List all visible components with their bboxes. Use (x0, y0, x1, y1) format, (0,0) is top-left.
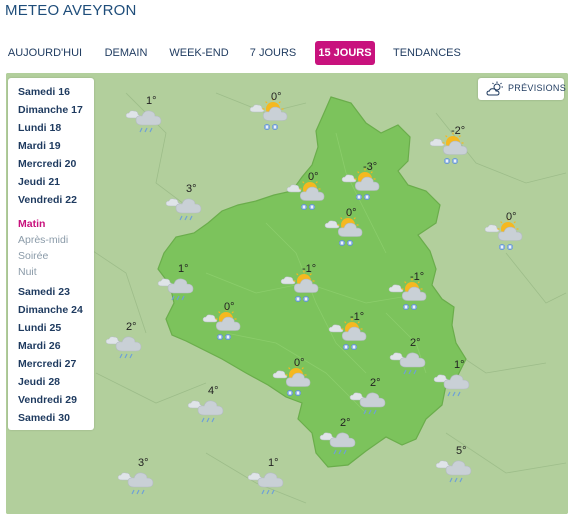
temperature-label: 5° (456, 445, 467, 457)
day-item[interactable]: Mercredi 27 (18, 358, 76, 370)
day-item[interactable]: Lundi 18 (18, 122, 61, 134)
sun-snow-icon[interactable] (388, 277, 432, 317)
day-item[interactable]: Dimanche 17 (18, 104, 83, 116)
rain-icon[interactable] (318, 423, 362, 463)
sun-snow-icon[interactable] (429, 131, 473, 171)
period-night[interactable]: Nuit (18, 266, 37, 278)
temperature-label: 1° (268, 457, 279, 469)
previsions-button[interactable]: PRÉVISIONS (478, 78, 567, 102)
sun-snow-icon[interactable] (280, 269, 324, 309)
date-selector: Samedi 16 Dimanche 17 Lundi 18 Mardi 19 … (8, 78, 94, 430)
period-afternoon[interactable]: Après-midi (18, 234, 68, 246)
day-item[interactable]: Samedi 16 (18, 86, 70, 98)
day-item[interactable]: Dimanche 24 (18, 304, 83, 316)
temperature-label: 3° (186, 183, 197, 195)
cloud-sun-icon (486, 81, 504, 102)
sun-snow-icon[interactable] (341, 167, 385, 207)
temperature-label: 4° (208, 385, 219, 397)
day-item[interactable]: Jeudi 21 (18, 176, 60, 188)
temperature-label: -1° (350, 311, 365, 323)
temperature-label: 0° (294, 357, 305, 369)
rain-icon[interactable] (432, 365, 476, 405)
temperature-label: 0° (224, 301, 235, 313)
page-title: METEO AVEYRON (5, 2, 137, 19)
previsions-label: PRÉVISIONS (508, 83, 567, 93)
temperature-label: 0° (506, 211, 517, 223)
day-item[interactable]: Mardi 19 (18, 140, 61, 152)
rain-icon[interactable] (434, 451, 478, 491)
temperature-label: 0° (308, 171, 319, 183)
period-morning[interactable]: Matin (18, 218, 45, 230)
sun-snow-icon[interactable] (484, 217, 528, 257)
day-item[interactable]: Vendredi 29 (18, 394, 77, 406)
rain-icon[interactable] (124, 101, 168, 141)
day-item[interactable]: Samedi 23 (18, 286, 70, 298)
tab-7-days[interactable]: 7 JOURS (249, 41, 297, 65)
temperature-label: 2° (370, 377, 381, 389)
sun-snow-icon[interactable] (286, 177, 330, 217)
tab-tomorrow[interactable]: DEMAIN (103, 41, 149, 65)
temperature-label: 2° (126, 321, 137, 333)
temperature-label: 3° (138, 457, 149, 469)
sun-snow-icon[interactable] (324, 213, 368, 253)
rain-icon[interactable] (348, 383, 392, 423)
temperature-label: 0° (346, 207, 357, 219)
day-item[interactable]: Samedi 30 (18, 412, 70, 424)
day-item[interactable]: Vendredi 22 (18, 194, 77, 206)
rain-icon[interactable] (164, 189, 208, 229)
day-item[interactable]: Lundi 25 (18, 322, 61, 334)
sun-snow-icon[interactable] (249, 97, 293, 137)
temperature-label: -1° (410, 271, 425, 283)
temperature-label: 2° (410, 337, 421, 349)
temperature-label: 0° (271, 91, 282, 103)
temperature-label: -1° (302, 263, 317, 275)
temperature-label: 1° (178, 263, 189, 275)
sun-snow-icon[interactable] (202, 307, 246, 347)
sun-snow-icon[interactable] (272, 363, 316, 403)
temperature-label: 1° (454, 359, 465, 371)
tab-trends[interactable]: TENDANCES (393, 41, 461, 65)
rain-icon[interactable] (186, 391, 230, 431)
temperature-label: 1° (146, 95, 157, 107)
tab-today[interactable]: AUJOURD'HUI (5, 41, 85, 65)
period-evening[interactable]: Soirée (18, 250, 48, 262)
sun-snow-icon[interactable] (328, 317, 372, 357)
day-item[interactable]: Mardi 26 (18, 340, 61, 352)
tab-weekend[interactable]: WEEK-END (168, 41, 230, 65)
day-item[interactable]: Jeudi 28 (18, 376, 60, 388)
temperature-label: -3° (363, 161, 378, 173)
temperature-label: -2° (451, 125, 466, 137)
rain-icon[interactable] (116, 463, 160, 503)
rain-icon[interactable] (246, 463, 290, 503)
day-item[interactable]: Mercredi 20 (18, 158, 76, 170)
temperature-label: 2° (340, 417, 351, 429)
tab-15-days[interactable]: 15 JOURS (315, 41, 375, 65)
rain-icon[interactable] (388, 343, 432, 383)
rain-icon[interactable] (156, 269, 200, 309)
rain-icon[interactable] (104, 327, 148, 367)
